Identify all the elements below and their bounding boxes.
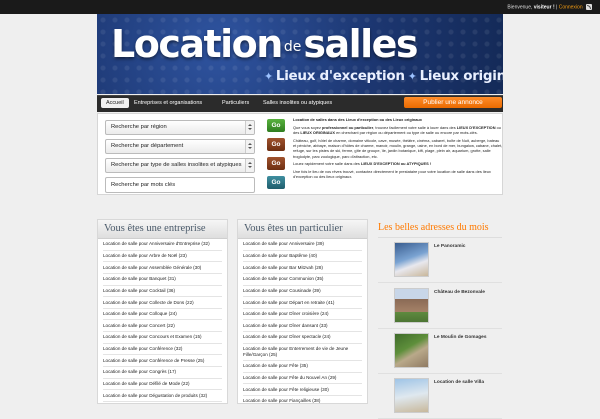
list-item[interactable]: Location de salle pour Conférence de Pre… [103, 355, 222, 367]
list-item[interactable]: Location de salle pour Collecte de Dons … [103, 297, 222, 309]
intro-text-run: , trouvez facilement votre salle à louer… [373, 124, 456, 130]
highlight-thumbnail[interactable] [394, 378, 429, 413]
nav-accueil[interactable]: Accueil [101, 98, 129, 108]
list-item[interactable]: Location de salle pour Cocktail (36) [103, 286, 222, 298]
type-select[interactable]: Recherche par type de salles insolites e… [105, 158, 255, 173]
tagline-originaux: Lieux originaux [419, 68, 503, 84]
list-item[interactable]: Location de salle pour Enterrement de vi… [243, 344, 362, 361]
site-logo: Location desalles [111, 22, 419, 66]
list-item[interactable]: Location de salle pour Colloque (24) [103, 309, 222, 321]
entreprise-heading: Vous êtes une entreprise [98, 220, 227, 239]
logo-location: Location [111, 22, 283, 66]
intro-paragraph-2: Château, golf, hôtel de charme, domaine … [293, 137, 503, 159]
region-select-label: Recherche par région [111, 124, 167, 130]
separator: | [556, 4, 558, 11]
list-item[interactable]: Location de salle pour Fête religieuse (… [243, 384, 362, 396]
connexion-link[interactable]: Connexion [559, 4, 583, 10]
intro-text-run: en cherchant par région ou département o… [336, 130, 478, 136]
list-item[interactable]: Location de salle pour Assemblée Général… [103, 262, 222, 274]
intro-text-bold: professionnel ou particulier [322, 124, 374, 130]
highlight-title[interactable]: Le Moulin de Gomages [434, 335, 487, 340]
keywords-input[interactable]: Recherche par mots clés [105, 177, 255, 193]
intro-paragraph-4: Une fois le lieu de vos rêves trouvé, co… [293, 169, 491, 180]
intro-paragraph-3: Louez rapidement votre salle dans des LI… [293, 161, 503, 166]
list-item[interactable]: Location de salle pour Banquet (31) [103, 274, 222, 286]
tagline-exception: Lieux d'exception [275, 68, 405, 84]
list-item[interactable]: Location de salle pour Congrès (17) [103, 367, 222, 379]
site-banner[interactable]: Location desalles ✦ Lieux d'exception ✦ Lieu… [97, 14, 503, 94]
highlight-thumbnail[interactable] [394, 288, 429, 323]
highlight-thumbnail[interactable] [394, 333, 429, 368]
nav-entreprises[interactable]: Entreprises et organisations [134, 100, 202, 106]
intro-title: Location de salles dans des Lieux d'exce… [293, 117, 422, 122]
highlight-title[interactable]: Le Panoramic [434, 244, 465, 249]
go-type-button[interactable]: Go [267, 157, 285, 170]
star-icon: ✦ [264, 70, 273, 83]
entreprise-panel: Vous êtes une entreprise Location de sal… [97, 219, 228, 404]
star-icon: ✦ [407, 70, 417, 83]
region-select[interactable]: Recherche par région [105, 120, 255, 135]
nav-particuliers[interactable]: Particuliers [222, 100, 249, 106]
highlight-card[interactable]: Château de Bezonvale [378, 284, 502, 329]
welcome-user: visiteur ! [533, 4, 555, 11]
logo-de: de [283, 38, 302, 55]
list-item[interactable]: Location de salle pour Dîner spectacle (… [243, 332, 362, 344]
logo-salles: salles [303, 22, 418, 66]
intro-text-run: Que vous soyez [293, 124, 321, 130]
highlight-thumbnail[interactable] [394, 242, 429, 277]
search-panel: Recherche par région Go Recherche par dé… [97, 113, 503, 195]
list-item[interactable]: Location de salle pour Fête du Nouvel An… [243, 373, 362, 385]
go-region-button[interactable]: Go [267, 119, 285, 132]
type-select-label: Recherche par type de salles insolites e… [111, 162, 242, 168]
list-item[interactable]: Location de salle pour Anniversaire d'En… [103, 239, 222, 251]
nav-salles-insolites[interactable]: Salles insolites ou atypiques [263, 100, 332, 106]
list-item[interactable]: Location de salle pour Fête (35) [243, 361, 362, 373]
particulier-heading: Vous êtes un particulier [238, 220, 367, 239]
highlight-title[interactable]: Location de salle Villa [434, 380, 484, 385]
select-arrows-icon [245, 140, 254, 153]
highlight-card[interactable]: Le Panoramic [378, 238, 502, 283]
banner-tagline: ✦Lieux d'exception✦Lieux originaux [261, 68, 503, 84]
particulier-list: Location de salle pour Anniversaire (39)… [238, 239, 367, 403]
top-bar: Bienvenue, visiteur ! | Connexion [0, 0, 600, 14]
go-keywords-button[interactable]: Go [267, 176, 285, 189]
list-item[interactable]: Location de salle pour Baptême (40) [243, 251, 362, 263]
go-departement-button[interactable]: Go [267, 138, 285, 151]
particulier-panel: Vous êtes un particulier Location de sal… [237, 219, 368, 404]
list-item[interactable]: Location de salle pour Concert (22) [103, 320, 222, 332]
intro-paragraph-1: Que vous soyez professionnel ou particul… [293, 125, 503, 136]
list-item[interactable]: Location de salle pour Concours et Exame… [103, 332, 222, 344]
highlights-heading: Les belles adresses du mois [378, 219, 502, 238]
intro-text: Location de salles dans des Lieux d'exce… [293, 117, 503, 182]
list-item[interactable]: Location de salle pour Départ en retrait… [243, 297, 362, 309]
departement-select-label: Recherche par département [111, 143, 184, 149]
list-item[interactable]: Location de salle pour Cousinade (39) [243, 286, 362, 298]
departement-select[interactable]: Recherche par département [105, 139, 255, 154]
list-item[interactable]: Location de salle pour Conférence (32) [103, 344, 222, 356]
rss-icon[interactable] [586, 4, 592, 10]
list-item[interactable]: Location de salle pour Arbre de Noël (23… [103, 251, 222, 263]
highlight-card[interactable]: Location de salle Villa [378, 374, 502, 419]
list-item[interactable]: Location de salle pour Dîner dansant (33… [243, 320, 362, 332]
list-item[interactable]: Location de salle pour Communion (35) [243, 274, 362, 286]
list-item[interactable]: Location de salle pour Dégustation de pr… [103, 390, 222, 402]
intro-text-bold: LIEUX D'EXCEPTION ou ATYPIQUES ! [360, 161, 432, 167]
welcome-text: Bienvenue, [507, 4, 533, 11]
intro-text-bold: LIEUX D'EXCEPTION [456, 124, 496, 130]
select-arrows-icon [245, 159, 254, 172]
intro-text-run: Louez rapidement votre salle dans des [293, 161, 360, 167]
publish-ad-button[interactable]: Publier une annonce [404, 97, 502, 108]
list-item[interactable]: Location de salle pour Bar Mitzvah (28) [243, 262, 362, 274]
entreprise-list: Location de salle pour Anniversaire d'En… [98, 239, 227, 402]
select-arrows-icon [245, 121, 254, 134]
list-item[interactable]: Location de salle pour Anniversaire (39) [243, 239, 362, 251]
list-item[interactable]: Location de salle pour Dîner croisière (… [243, 309, 362, 321]
welcome-area: Bienvenue, visiteur ! | Connexion [507, 4, 592, 10]
highlight-card[interactable]: Le Moulin de Gomages [378, 329, 502, 374]
highlight-title[interactable]: Château de Bezonvale [434, 290, 485, 295]
list-item[interactable]: Location de salle pour Défilé de Mode (2… [103, 379, 222, 391]
intro-text-bold: LIEUX ORIGINAUX [300, 130, 335, 136]
